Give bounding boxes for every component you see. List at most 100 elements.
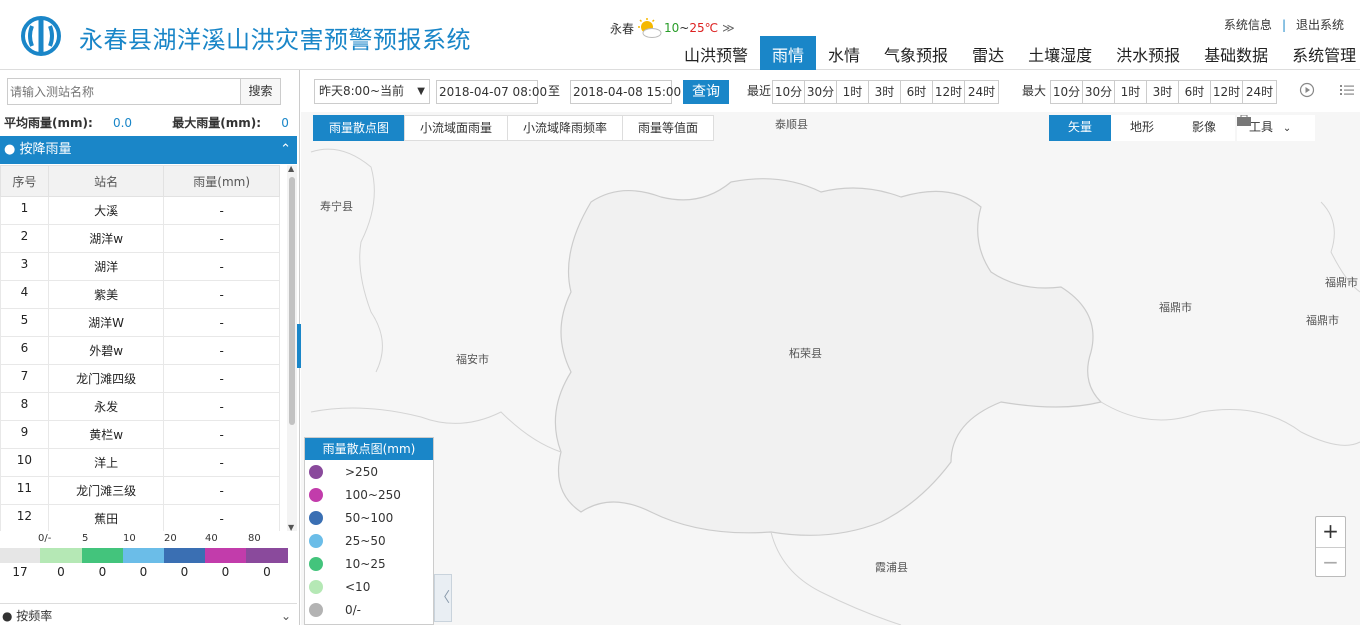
nav-radar[interactable]: 雷达: [960, 36, 1016, 70]
tab-basin-area-rain[interactable]: 小流域面雨量: [404, 115, 508, 141]
max-period-button[interactable]: 3时: [1146, 80, 1179, 104]
legend-title: 雨量散点图(mm): [305, 438, 433, 460]
scroll-up-icon[interactable]: ▲: [288, 164, 294, 173]
tab-basin-rain-frequency[interactable]: 小流域降雨频率: [507, 115, 623, 141]
play-icon[interactable]: [1298, 82, 1316, 100]
recent-period-button[interactable]: 3时: [868, 80, 901, 104]
rain-scatter-legend: 雨量散点图(mm) >250 100~250 50~100 25~50 10~25 <10…: [304, 437, 434, 625]
zoom-out-button[interactable]: −: [1316, 547, 1345, 577]
tools-dropdown[interactable]: 工具 ⌄: [1237, 115, 1315, 141]
nav-system-admin[interactable]: 系统管理: [1280, 36, 1360, 70]
max-period-button[interactable]: 10分: [1050, 80, 1083, 104]
legend-item: 10~25: [305, 552, 433, 575]
row-index: 2: [0, 224, 49, 253]
strip-color-bar: [164, 548, 205, 563]
max-period-button[interactable]: 6时: [1178, 80, 1211, 104]
table-row[interactable]: 1 大溪 -: [0, 196, 280, 225]
table-row[interactable]: 4 紫美 -: [0, 280, 280, 309]
table-row[interactable]: 9 黄栏w -: [0, 420, 280, 449]
date-to-input[interactable]: 2018-04-08 15:00: [570, 80, 681, 104]
chevron-down-icon: ▼: [417, 86, 425, 97]
date-from-input[interactable]: 2018-04-07 08:00: [436, 80, 547, 104]
max-period-button[interactable]: 24时: [1242, 80, 1277, 104]
col-header-index[interactable]: 序号: [0, 165, 49, 197]
layer-vector[interactable]: 矢量: [1049, 115, 1111, 141]
recent-period-button[interactable]: 10分: [772, 80, 805, 104]
table-row[interactable]: 10 洋上 -: [0, 448, 280, 477]
legend-dot-icon: [309, 488, 323, 502]
sub-section-title: ● 按频率: [2, 609, 53, 623]
weather-widget[interactable]: 永春 10 ~ 25℃ ≫: [610, 18, 735, 38]
sysbar-separator: |: [1281, 18, 1286, 32]
by-rainfall-section-header[interactable]: ● 按降雨量 ⌃: [0, 136, 297, 164]
station-search-input[interactable]: [8, 79, 240, 104]
by-frequency-section-header[interactable]: ● 按频率 ⌄: [0, 603, 297, 625]
table-row[interactable]: 6 外碧w -: [0, 336, 280, 365]
nav-flood-warning[interactable]: 山洪预警: [672, 36, 760, 70]
chevron-up-icon[interactable]: ⌃: [280, 136, 291, 164]
nav-rain[interactable]: 雨情: [760, 36, 817, 70]
row-rain-value: -: [163, 336, 280, 365]
strip-color-bar: [246, 548, 288, 563]
table-row[interactable]: 12 蕉田 -: [0, 504, 280, 531]
max-period-button[interactable]: 1时: [1114, 80, 1147, 104]
layer-imagery[interactable]: 影像: [1173, 115, 1235, 141]
list-icon[interactable]: [1338, 82, 1356, 100]
query-button[interactable]: 查询: [683, 80, 729, 104]
scroll-down-icon[interactable]: ▼: [288, 523, 294, 532]
place-label: 柘荣县: [789, 347, 822, 360]
table-row[interactable]: 7 龙门滩四级 -: [0, 364, 280, 393]
row-station-name: 紫美: [47, 280, 165, 309]
partly-cloudy-icon: [638, 18, 662, 38]
table-row[interactable]: 3 湖洋 -: [0, 252, 280, 281]
strip-count: 0: [98, 565, 107, 579]
weather-more-icon[interactable]: ≫: [722, 21, 735, 35]
row-rain-value: -: [163, 392, 280, 421]
recent-period-button[interactable]: 24时: [964, 80, 999, 104]
nav-flood-forecast[interactable]: 洪水预报: [1104, 36, 1192, 70]
zoom-in-button[interactable]: +: [1316, 517, 1345, 547]
table-scrollbar[interactable]: ▲ ▼: [287, 164, 297, 532]
search-button[interactable]: 搜索: [240, 79, 280, 104]
map-view[interactable]: 泰顺县 寿宁县 福安市 柘荣县 福鼎市 福鼎市 福鼎市 霞浦县 雨量散点图 小流…: [301, 112, 1360, 625]
nav-base-data[interactable]: 基础数据: [1192, 36, 1280, 70]
strip-count: 17: [12, 565, 28, 579]
tab-rain-scatter[interactable]: 雨量散点图: [313, 115, 405, 141]
tab-rain-isosurface[interactable]: 雨量等值面: [622, 115, 714, 141]
recent-period-button[interactable]: 12时: [932, 80, 965, 104]
time-range-select[interactable]: 昨天8:00~当前 ▼: [314, 79, 430, 104]
scrollbar-thumb[interactable]: [289, 177, 295, 425]
table-row[interactable]: 2 湖洋w -: [0, 224, 280, 253]
recent-period-button[interactable]: 1时: [836, 80, 869, 104]
layer-terrain[interactable]: 地形: [1111, 115, 1173, 141]
collapse-legend-button[interactable]: 〈: [434, 574, 452, 622]
col-header-station[interactable]: 站名: [47, 165, 165, 197]
max-period-button[interactable]: 30分: [1082, 80, 1115, 104]
row-index: 3: [0, 252, 49, 281]
system-info-link[interactable]: 系统信息: [1224, 18, 1272, 32]
nav-soil-moisture[interactable]: 土壤湿度: [1016, 36, 1104, 70]
chevron-down-icon[interactable]: ⌄: [281, 604, 291, 628]
temp-low: 10: [664, 21, 680, 35]
legend-dot-icon: [309, 534, 323, 548]
table-row[interactable]: 8 永发 -: [0, 392, 280, 421]
left-panel: 搜索 平均雨量(mm): 0.0 最大雨量(mm): 0 ● 按降雨量 ⌃ 序号…: [0, 70, 300, 625]
recent-period-button[interactable]: 6时: [900, 80, 933, 104]
row-station-name: 湖洋: [47, 252, 165, 281]
col-header-rain[interactable]: 雨量(mm): [163, 165, 280, 197]
legend-dot-icon: [309, 511, 323, 525]
nav-water[interactable]: 水情: [816, 36, 872, 70]
strip-label: 10: [123, 533, 136, 544]
weather-city: 永春: [610, 21, 635, 36]
strip-label: 0/-: [38, 533, 52, 544]
nav-weather-forecast[interactable]: 气象预报: [872, 36, 960, 70]
max-period-button[interactable]: 12时: [1210, 80, 1243, 104]
table-row[interactable]: 11 龙门滩三级 -: [0, 476, 280, 505]
system-links: 系统信息 | 退出系统: [1224, 16, 1344, 33]
strip-color-bar: [205, 548, 246, 563]
logout-link[interactable]: 退出系统: [1296, 18, 1344, 32]
max-label: 最大: [1022, 84, 1047, 98]
recent-period-button[interactable]: 30分: [804, 80, 837, 104]
table-row[interactable]: 5 湖洋W -: [0, 308, 280, 337]
query-toolbar: 昨天8:00~当前 ▼ 2018-04-07 08:00 至 2018-04-0…: [305, 70, 1360, 112]
